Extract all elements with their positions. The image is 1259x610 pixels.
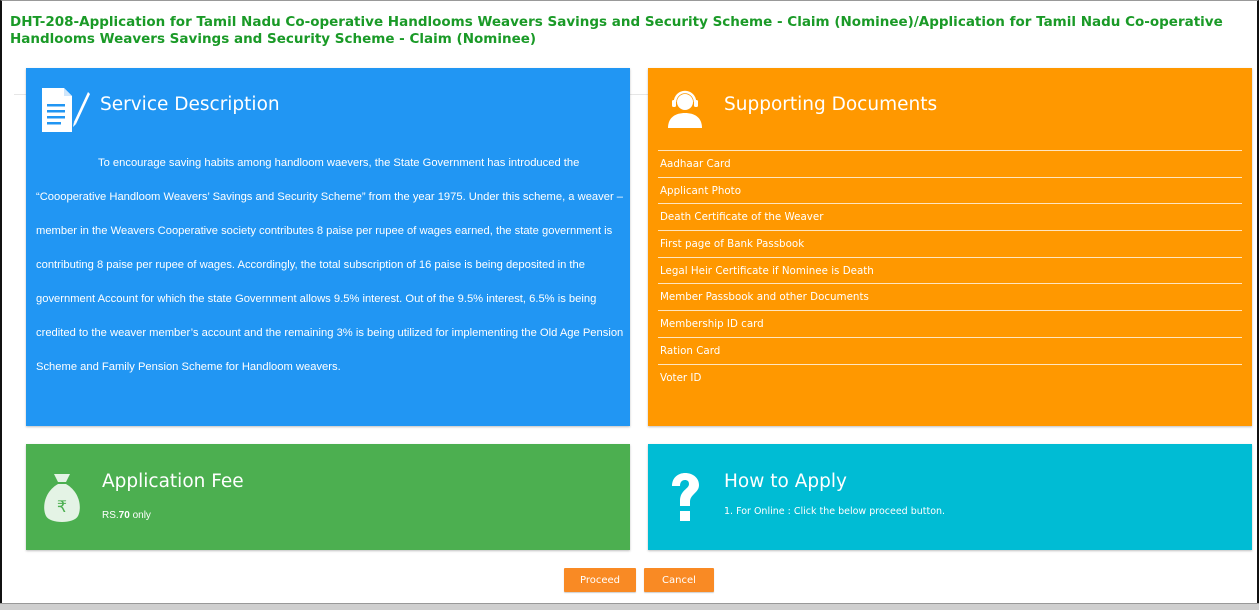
how-to-apply-text: 1. For Online : Click the below proceed …: [724, 506, 946, 517]
support-agent-icon: [664, 88, 706, 135]
document-item: Aadhaar Card: [658, 150, 1242, 177]
fee-suffix: only: [129, 510, 151, 521]
fee-prefix: RS.: [102, 510, 119, 521]
application-fee-amount: RS.70 only: [102, 510, 151, 521]
supporting-documents-card: Supporting Documents Aadhaar Card Applic…: [648, 68, 1252, 426]
document-item: Ration Card: [658, 336, 1242, 364]
document-item: First page of Bank Passbook: [658, 230, 1242, 257]
service-description-body: To encourage saving habits among handloo…: [36, 157, 624, 373]
document-item: Legal Heir Certificate if Nominee is Dea…: [658, 256, 1242, 284]
document-item: Membership ID card: [658, 310, 1242, 337]
supporting-documents-heading: Supporting Documents: [724, 94, 938, 115]
question-mark-icon: [668, 472, 702, 529]
document-edit-icon: [38, 84, 90, 139]
how-to-apply-card: How to Apply 1. For Online : Click the b…: [648, 444, 1252, 550]
proceed-button[interactable]: Proceed: [564, 568, 636, 592]
service-description-text: To encourage saving habits among handloo…: [36, 146, 626, 384]
document-item: Member Passbook and other Documents: [658, 283, 1242, 310]
application-fee-heading: Application Fee: [102, 471, 244, 492]
horizontal-scrollbar[interactable]: [0, 603, 1259, 610]
cancel-button[interactable]: Cancel: [644, 568, 714, 592]
document-item: Applicant Photo: [658, 176, 1242, 204]
rupee-money-bag-icon: ₹: [40, 468, 84, 531]
document-item: Voter ID: [658, 363, 1242, 391]
svg-text:₹: ₹: [57, 497, 67, 516]
page-title: DHT-208-Application for Tamil Nadu Co-op…: [10, 14, 1223, 47]
how-to-apply-heading: How to Apply: [724, 471, 847, 492]
service-description-card: Service Description To encourage saving …: [26, 68, 630, 426]
application-fee-card: ₹ Application Fee RS.70 only: [26, 444, 630, 550]
document-item: Death Certificate of the Weaver: [658, 203, 1242, 230]
supporting-documents-list: Aadhaar Card Applicant Photo Death Certi…: [658, 150, 1242, 390]
fee-value: 70: [118, 510, 130, 521]
service-description-heading: Service Description: [100, 94, 280, 115]
